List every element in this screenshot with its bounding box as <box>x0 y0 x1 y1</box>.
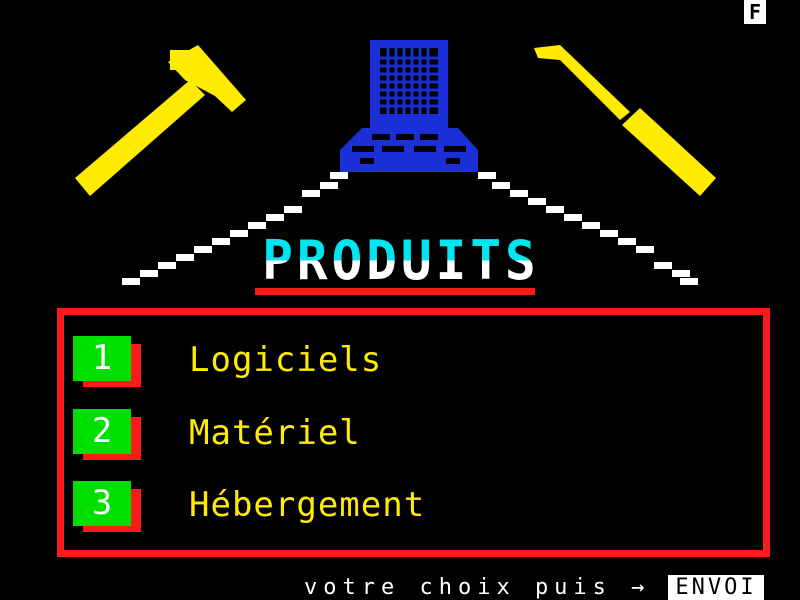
computer-icon <box>340 40 478 172</box>
envoi-button[interactable]: ENVOI <box>668 575 764 600</box>
menu-label-hebergement[interactable]: Hébergement <box>189 481 425 526</box>
menu-number-2[interactable]: 2 <box>73 409 131 454</box>
footer-prompt: votre choix puis → <box>304 575 651 600</box>
menu-label-materiel[interactable]: Matériel <box>189 409 361 454</box>
menu-label-logiciels[interactable]: Logiciels <box>189 336 382 381</box>
page-title: PRODUITS <box>262 229 540 292</box>
screwdriver-icon <box>534 45 716 196</box>
menu-number-3[interactable]: 3 <box>73 481 131 526</box>
menu-number-1[interactable]: 1 <box>73 336 131 381</box>
hammer-icon <box>75 45 246 196</box>
title-underline <box>255 288 535 295</box>
